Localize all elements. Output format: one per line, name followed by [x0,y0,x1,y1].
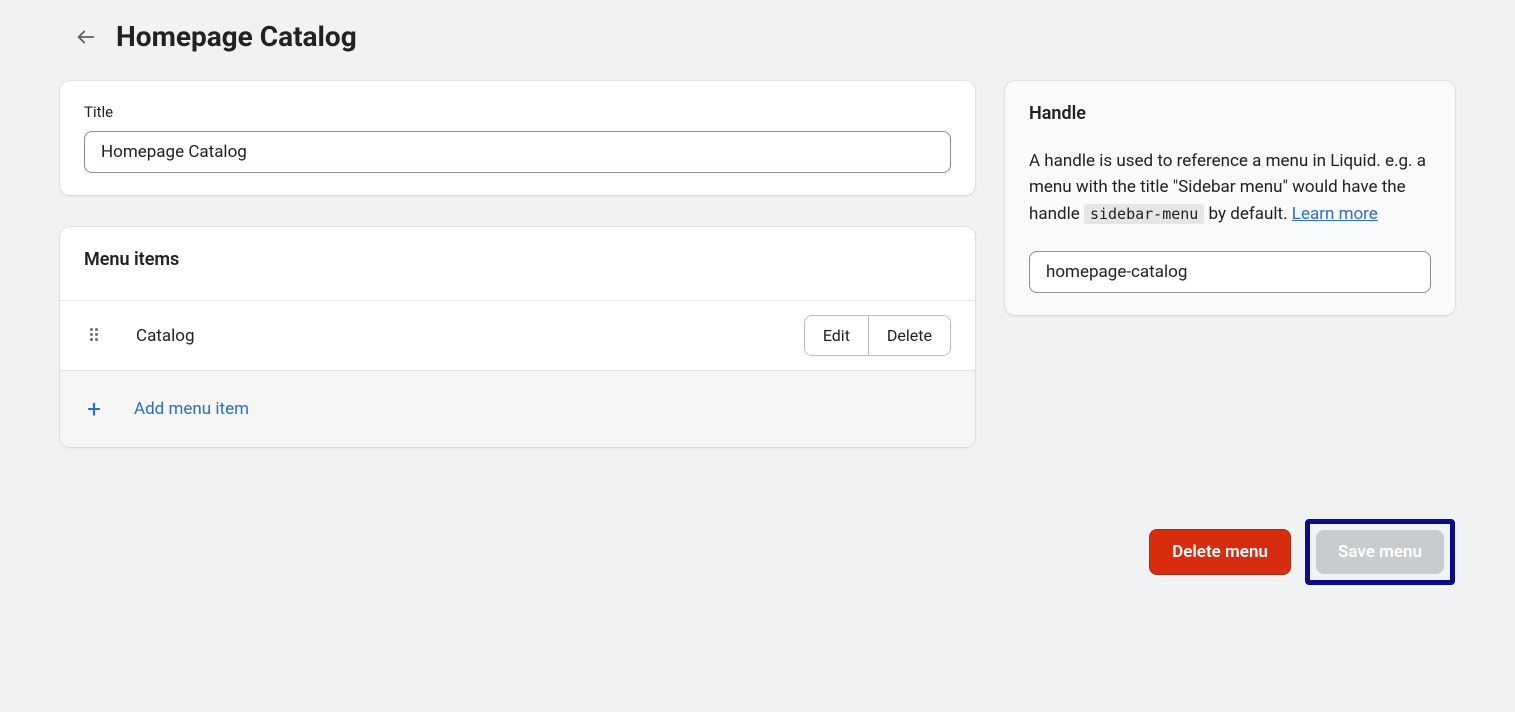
add-menu-item-button[interactable]: + Add menu item [60,370,975,447]
footer-actions: Delete menu Save menu [60,519,1455,585]
save-menu-button[interactable]: Save menu [1316,530,1444,574]
page-title: Homepage Catalog [116,20,357,53]
add-menu-item-label: Add menu item [134,399,249,419]
delete-button[interactable]: Delete [868,316,950,355]
learn-more-link[interactable]: Learn more [1292,204,1378,224]
back-arrow-icon[interactable] [74,25,98,49]
title-card: Title [60,81,975,195]
handle-input[interactable] [1029,251,1431,293]
drag-handle-icon[interactable] [90,328,106,344]
handle-heading: Handle [1029,103,1431,124]
handle-desc-post: by default. [1204,204,1291,224]
handle-card: Handle A handle is used to reference a m… [1005,81,1455,315]
plus-icon: + [84,395,104,423]
menu-item-label: Catalog [136,326,804,346]
save-highlight: Save menu [1305,519,1455,585]
menu-item-row: Catalog Edit Delete [60,300,975,370]
handle-description: A handle is used to reference a menu in … [1029,148,1431,227]
edit-button[interactable]: Edit [805,316,868,355]
delete-menu-button[interactable]: Delete menu [1149,529,1291,575]
menu-items-heading: Menu items [60,227,975,300]
title-input[interactable] [84,131,951,173]
handle-desc-code: sidebar-menu [1084,204,1204,224]
title-label: Title [84,103,951,121]
menu-items-card: Menu items Catalog Edit Delete + Add men… [60,227,975,447]
